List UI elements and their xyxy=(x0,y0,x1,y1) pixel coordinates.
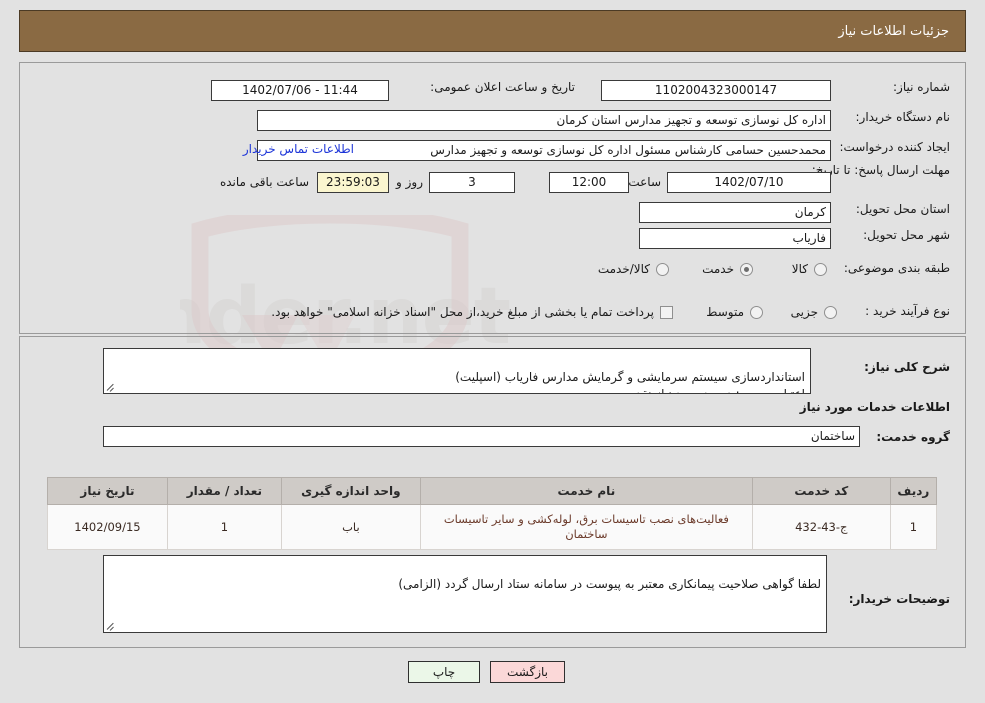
service-group-value: ساختمان xyxy=(103,426,860,447)
city-row: شهر محل تحویل: xyxy=(863,228,950,242)
cell-service-name: فعالیت‌های نصب تاسیسات برق، لوله‌کشی و س… xyxy=(419,504,753,550)
need-number-label: شماره نیاز: xyxy=(893,80,950,94)
page-header-bar: جزئیات اطلاعات نیاز xyxy=(19,10,966,52)
deadline-label-wrap: مهلت ارسال پاسخ: تا تاریخ: xyxy=(812,163,950,177)
col-quantity: تعداد / مقدار xyxy=(166,477,282,505)
radio-medium-icon[interactable] xyxy=(750,305,763,319)
general-description-label: شرح کلی نیاز: xyxy=(864,360,950,374)
table-row: 1 ج-43-432 فعالیت‌های نصب تاسیسات برق، ل… xyxy=(47,504,938,550)
resize-grip-icon xyxy=(107,383,116,392)
classification-option-service[interactable]: خدمت xyxy=(702,262,753,276)
table-header-row: ردیف کد خدمت نام خدمت واحد اندازه گیری ت… xyxy=(47,477,938,505)
buyer-org-value: اداره کل نوسازی توسعه و تجهیز مدارس استا… xyxy=(257,110,831,131)
classification-option-goods-service[interactable]: کالا/خدمت xyxy=(598,262,669,276)
deadline-time-value: 12:00 xyxy=(549,172,629,193)
cell-service-code: ج-43-432 xyxy=(751,504,891,550)
deadline-date-value: 1402/07/10 xyxy=(667,172,831,193)
radio-service-icon[interactable] xyxy=(740,262,753,276)
checkbox-treasury-bonds-icon[interactable] xyxy=(660,305,673,319)
deadline-remaining-label: ساعت باقی مانده xyxy=(219,175,309,189)
cell-need-date: 1402/09/15 xyxy=(47,504,168,550)
radio-minor-icon[interactable] xyxy=(824,305,837,319)
cell-unit: باب xyxy=(280,504,421,550)
need-number-row: شماره نیاز: xyxy=(893,80,950,94)
process-type-option-minor-label: جزیی xyxy=(790,305,818,319)
classification-label-wrap: طبقه بندی موضوعی: xyxy=(844,261,950,275)
requester-row: ایجاد کننده درخواست: xyxy=(839,140,950,154)
deadline-days-value: 3 xyxy=(429,172,515,193)
province-value: کرمان xyxy=(639,202,831,223)
classification-option-goods[interactable]: کالا xyxy=(792,262,827,276)
classification-option-goods-label: کالا xyxy=(791,262,808,276)
treasury-bonds-label: پرداخت تمام یا بخشی از مبلغ خرید،از محل … xyxy=(271,305,654,319)
need-summary-panel xyxy=(19,62,966,334)
process-type-option-medium-label: متوسط xyxy=(706,305,744,319)
radio-goods-service-icon[interactable] xyxy=(656,262,669,276)
buyer-org-label: نام دستگاه خریدار: xyxy=(855,110,951,124)
back-button[interactable]: بازگشت xyxy=(490,661,565,683)
deadline-time-label: ساعت xyxy=(628,175,661,189)
province-label: استان محل تحویل: xyxy=(855,202,950,216)
need-number-value: 1102004323000147 xyxy=(601,80,831,101)
buyer-org-row: نام دستگاه خریدار: xyxy=(856,110,951,124)
process-type-option-minor[interactable]: جزیی xyxy=(791,305,837,319)
deadline-countdown-value: 23:59:03 xyxy=(317,172,389,193)
process-type-option-medium[interactable]: متوسط xyxy=(706,305,763,319)
col-unit: واحد اندازه گیری xyxy=(280,477,421,505)
treasury-bonds-option[interactable]: پرداخت تمام یا بخشی از مبلغ خرید،از محل … xyxy=(271,305,673,319)
col-need-date: تاریخ نیاز xyxy=(47,477,168,505)
resize-grip-icon xyxy=(107,622,116,631)
deadline-label: مهلت ارسال پاسخ: تا تاریخ: xyxy=(811,163,950,177)
city-value: فاریاب xyxy=(639,228,831,249)
buyer-notes-textarea[interactable]: لطفا گواهی صلاحیت پیمانکاری معتبر به پیو… xyxy=(103,555,827,633)
cell-row-no: 1 xyxy=(889,504,938,550)
cell-quantity: 1 xyxy=(166,504,282,550)
buyer-contact-link[interactable]: اطلاعات تماس خریدار xyxy=(243,142,354,156)
buyer-notes-label: توضیحات خریدار: xyxy=(848,592,950,606)
deadline-days-label: روز و xyxy=(396,175,423,189)
services-table: ردیف کد خدمت نام خدمت واحد اندازه گیری ت… xyxy=(47,477,938,550)
radio-goods-icon[interactable] xyxy=(814,262,827,276)
process-type-label-wrap: نوع فرآیند خرید : xyxy=(865,304,950,318)
classification-label: طبقه بندی موضوعی: xyxy=(843,261,950,275)
process-type-label: نوع فرآیند خرید : xyxy=(865,304,950,318)
col-service-code: کد خدمت xyxy=(751,477,891,505)
col-row-no: ردیف xyxy=(889,477,938,505)
city-label: شهر محل تحویل: xyxy=(863,228,950,242)
col-service-name: نام خدمت xyxy=(419,477,753,505)
classification-option-goods-service-label: کالا/خدمت xyxy=(597,262,650,276)
requester-label: ایجاد کننده درخواست: xyxy=(839,140,950,154)
page-title: جزئیات اطلاعات نیاز xyxy=(838,23,949,39)
print-button[interactable]: چاپ xyxy=(408,661,480,683)
classification-option-service-label: خدمت xyxy=(702,262,734,276)
service-group-label: گروه خدمت: xyxy=(876,430,950,444)
buyer-notes-value: لطفا گواهی صلاحیت پیمانکاری معتبر به پیو… xyxy=(398,577,821,591)
general-description-textarea[interactable]: استانداردسازی سیستم سرمایشی و گرمایش مدا… xyxy=(103,348,811,394)
province-row: استان محل تحویل: xyxy=(856,202,950,216)
announce-datetime-value: 11:44 - 1402/07/06 xyxy=(211,80,389,101)
general-description-value: استانداردسازی سیستم سرمایشی و گرمایش مدا… xyxy=(455,370,805,394)
announce-datetime-row: تاریخ و ساعت اعلان عمومی: xyxy=(430,80,575,94)
announce-datetime-label: تاریخ و ساعت اعلان عمومی: xyxy=(430,80,575,94)
services-section-heading: اطلاعات خدمات مورد نیاز xyxy=(799,400,950,414)
